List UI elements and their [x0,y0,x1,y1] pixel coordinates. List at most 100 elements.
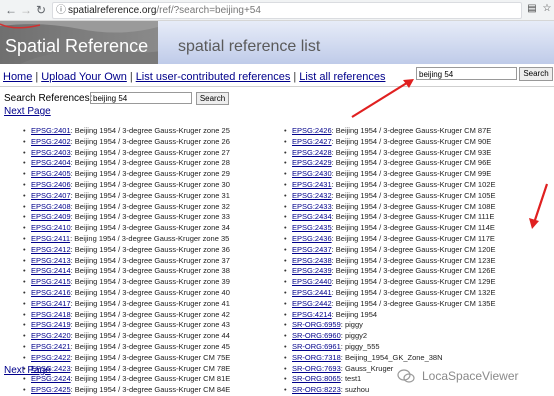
reference-code-link[interactable]: EPSG:2426 [292,126,332,135]
reference-code-link[interactable]: EPSG:2415 [31,277,71,286]
reference-list-item: EPSG:2424: Beijing 1954 / 3-degree Gauss… [22,374,230,385]
reference-list-item: EPSG:2421: Beijing 1954 / 3-degree Gauss… [22,342,230,353]
reference-name: : Beijing 1954 / 3-degree Gauss-Kruger z… [70,298,230,308]
reference-code-link[interactable]: EPSG:2403 [31,148,71,157]
reload-icon[interactable]: ↻ [34,2,48,18]
arrow-to-cm120e-icon [529,183,549,229]
reference-code-link[interactable]: EPSG:2435 [292,223,332,232]
reference-code-link[interactable]: EPSG:2414 [31,266,71,275]
reference-code-link[interactable]: EPSG:2417 [31,299,71,308]
reference-list-item: EPSG:2433: Beijing 1954 / 3-degree Gauss… [283,202,495,213]
reference-code-link[interactable]: EPSG:2433 [292,202,332,211]
reference-code-link[interactable]: EPSG:2438 [292,256,332,265]
reference-list-right: EPSG:2426 : Beijing 1954 / 3-degree Gauss… [283,126,495,396]
reference-code-link[interactable]: EPSG:2401 [31,126,71,135]
reference-name: : Beijing 1954 / 3-degree Gauss-Kruger z… [70,277,230,287]
reference-name: : piggy [340,320,363,330]
reference-list-item: EPSG:2431: Beijing 1954 / 3-degree Gauss… [283,180,495,191]
reference-list-item: EPSG:2428: Beijing 1954 / 3-degree Gauss… [283,148,495,159]
reference-name: : Beijing 1954 / 3-degree Gauss-Kruger C… [331,190,496,200]
reference-code-link[interactable]: EPSG:2439 [292,266,332,275]
reference-list-item: EPSG:2406: Beijing 1954 / 3-degree Gauss… [22,180,230,191]
reference-code-link[interactable]: EPSG:2418 [31,310,71,319]
reference-list-item: EPSG:2417: Beijing 1954 / 3-degree Gauss… [22,299,230,310]
reference-list-item: EPSG:2407: Beijing 1954 / 3-degree Gauss… [22,191,230,202]
reference-list-item: EPSG:2420: Beijing 1954 / 3-degree Gauss… [22,331,230,342]
url-path: /ref/?search=beijing+54 [156,5,261,16]
reference-list-item: EPSG:2418: Beijing 1954 / 3-degree Gauss… [22,310,230,321]
reference-list-item: EPSG:2422: Beijing 1954 / 3-degree Gauss… [22,353,230,364]
reference-code-link[interactable]: EPSG:2434 [292,212,332,221]
reference-code-link[interactable]: SR-ORG:7693 [292,364,341,373]
info-icon[interactable]: ⓘ [56,3,66,18]
search-button[interactable]: Search [196,92,229,105]
reference-code-link[interactable]: EPSG:2429 [292,158,332,167]
reference-code-link[interactable]: EPSG:2428 [292,148,332,157]
reference-name: : Beijing 1954 / 3-degree Gauss-Kruger z… [70,320,230,330]
reference-name: : Beijing_1954_GK_Zone_38N [340,352,443,362]
reference-list-item: EPSG:2436: Beijing 1954 / 3-degree Gauss… [283,234,495,245]
reference-code-link[interactable]: EPSG:2419 [31,320,71,329]
reference-code-link[interactable]: EPSG:2404 [31,158,71,167]
reference-code-link[interactable]: EPSG:2412 [31,245,71,254]
nav-link-home[interactable]: Home [3,71,32,83]
search-input[interactable]: beijing 54 [90,92,192,104]
reference-name: : Beijing 1954 / 3-degree Gauss-Kruger z… [70,190,230,200]
reference-code-link[interactable]: EPSG:2406 [31,180,71,189]
next-page-link-top[interactable]: Next Page [4,106,51,117]
reference-name: : Beijing 1954 / 3-degree Gauss-Kruger C… [331,201,496,211]
reference-code-link[interactable]: SR-ORG:6959 [292,320,341,329]
reference-code-link[interactable]: EPSG:2407 [31,191,71,200]
reference-list-item: EPSG:2404: Beijing 1954 / 3-degree Gauss… [22,158,230,169]
reference-code-link[interactable]: EPSG:2437 [292,245,332,254]
reference-code-link[interactable]: EPSG:2402 [31,137,71,146]
reference-name: : Beijing 1954 / 3-degree Gauss-Kruger z… [70,201,230,211]
reference-code-link[interactable]: SR-ORG:6961 [292,342,341,351]
reference-code-link[interactable]: EPSG:2430 [292,169,332,178]
nav-link-upload[interactable]: Upload Your Own [41,71,127,83]
reference-name: : Beijing 1954 / 3-degree Gauss-Kruger C… [331,255,496,265]
reference-code-link[interactable]: SR-ORG:7318 [292,353,341,362]
reference-code-link[interactable]: EPSG:2420 [31,331,71,340]
top-search-button[interactable]: Search [519,67,553,81]
reference-code-link[interactable]: EPSG:2413 [31,256,71,265]
site-logo[interactable]: Spatial Reference [0,21,158,64]
back-arrow-icon[interactable]: ← [4,2,18,18]
reference-code-link[interactable]: EPSG:2440 [292,277,332,286]
reference-code-link[interactable]: EPSG:2410 [31,223,71,232]
reference-name: : Beijing 1954 / 3-degree Gauss-Kruger z… [70,179,230,189]
reference-code-link[interactable]: EPSG:2409 [31,212,71,221]
reference-code-link[interactable]: SR-ORG:8223 [292,385,341,394]
reference-code-link[interactable]: EPSG:2427 [292,137,332,146]
reference-code-link[interactable]: EPSG:2442 [292,299,332,308]
top-search-input[interactable]: beijing 54 [416,67,517,80]
reference-code-link[interactable]: EPSG:2425 [31,385,71,394]
forward-arrow-icon[interactable]: → [19,2,33,18]
translate-icon[interactable]: ▤ [526,3,538,15]
reference-code-link[interactable]: EPSG:2422 [31,353,71,362]
reference-name: : Beijing 1954 / 3-degree Gauss-Kruger C… [331,223,495,233]
reference-code-link[interactable]: EPSG:2441 [292,288,332,297]
star-icon[interactable]: ☆ [541,3,553,15]
reference-code-link[interactable]: EPSG:2431 [292,180,332,189]
reference-code-link[interactable]: SR-ORG:8065 [292,374,341,383]
reference-list-item: SR-ORG:6961: piggy_555 [283,342,495,353]
next-page-link-bottom[interactable]: Next Page [4,365,51,376]
reference-code-link[interactable]: EPSG:2421 [31,342,71,351]
reference-list-item: EPSG:2425: Beijing 1954 / 3-degree Gauss… [22,385,230,396]
reference-code-link[interactable]: EPSG:2408 [31,202,71,211]
reference-code-link[interactable]: EPSG:2436 [292,234,332,243]
reference-name: : Beijing 1954 / 3-degree Gauss-Kruger C… [331,169,492,179]
logo-text: Spatial Reference [5,36,149,56]
reference-code-link[interactable]: SR-ORG:6960 [292,331,341,340]
nav-link-user-contributed[interactable]: List user-contributed references [136,71,291,83]
top-navigation: Home | Upload Your Own | List user-contribut… [3,71,386,83]
reference-code-link[interactable]: EPSG:2432 [292,191,332,200]
reference-code-link[interactable]: EPSG:4214 [292,310,332,319]
reference-list-item: EPSG:2416: Beijing 1954 / 3-degree Gauss… [22,288,230,299]
reference-code-link[interactable]: EPSG:2411 [31,234,70,243]
address-bar[interactable]: ⓘ spatialreference.org/ref/?search=beijin… [52,2,522,19]
reference-code-link[interactable]: EPSG:2416 [31,288,71,297]
nav-link-all-references[interactable]: List all references [299,71,385,83]
reference-code-link[interactable]: EPSG:2405 [31,169,71,178]
